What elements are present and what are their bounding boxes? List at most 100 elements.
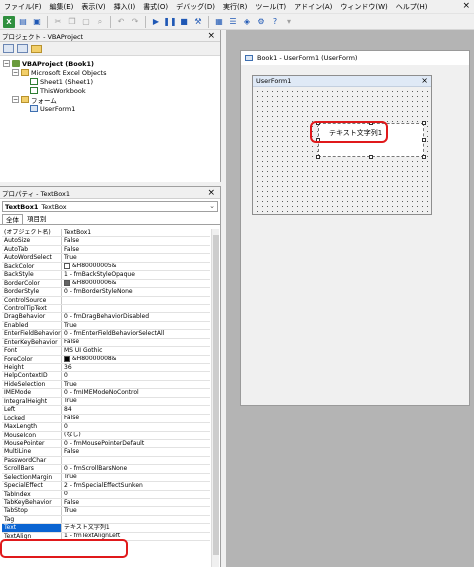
property-row[interactable]: MultiLine False bbox=[2, 448, 210, 457]
properties-close-icon[interactable]: × bbox=[207, 187, 215, 199]
collapse-icon[interactable]: − bbox=[3, 60, 10, 67]
property-row[interactable]: ControlSource bbox=[2, 296, 210, 305]
view-code-icon[interactable] bbox=[3, 44, 14, 53]
property-row[interactable]: AutoTab False bbox=[2, 245, 210, 255]
property-row[interactable]: Locked False bbox=[2, 414, 210, 424]
property-value[interactable]: False bbox=[62, 448, 210, 455]
property-row[interactable]: EnterKeyBehavior False bbox=[2, 338, 210, 348]
excel-view-icon[interactable]: X bbox=[3, 15, 15, 28]
menu-close-icon[interactable]: × bbox=[462, 1, 470, 11]
menu-edit[interactable]: 編集(E) bbox=[46, 2, 78, 12]
insert-userform-icon[interactable]: ▤ bbox=[17, 16, 29, 28]
property-value[interactable]: 0 - fmEnterFieldBehaviorSelectAll bbox=[62, 330, 210, 337]
property-row[interactable]: SpecialEffect 2 - fmSpecialEffectSunken bbox=[2, 482, 210, 491]
property-value[interactable]: &H80000008& bbox=[62, 356, 210, 363]
property-row[interactable]: BorderStyle 0 - fmBorderStyleNone bbox=[2, 288, 210, 297]
collapse-icon[interactable]: − bbox=[12, 96, 19, 103]
property-value[interactable]: 0 - fmBorderStyleNone bbox=[62, 288, 210, 295]
property-value[interactable]: 0 bbox=[62, 372, 210, 379]
property-row[interactable]: Tag bbox=[2, 515, 210, 525]
property-row[interactable]: Font MS UI Gothic bbox=[2, 347, 210, 356]
tree-item-project[interactable]: − VBAProject (Book1) bbox=[3, 59, 220, 68]
copy-icon[interactable]: ❐ bbox=[66, 16, 78, 28]
property-row[interactable]: Height 36 bbox=[2, 364, 210, 373]
object-browser-icon[interactable]: ◈ bbox=[241, 16, 253, 28]
property-value[interactable]: MS UI Gothic bbox=[62, 347, 210, 354]
property-row[interactable]: ControlTipText bbox=[2, 304, 210, 314]
resize-handle[interactable] bbox=[422, 138, 426, 142]
property-value[interactable]: TextBox1 bbox=[62, 229, 210, 236]
collapse-icon[interactable]: − bbox=[12, 69, 19, 76]
property-value[interactable]: 2 - fmSpecialEffectSunken bbox=[62, 482, 210, 489]
paste-icon[interactable]: ▢ bbox=[80, 16, 92, 28]
cut-icon[interactable]: ✂ bbox=[52, 16, 64, 28]
help-icon[interactable]: ? bbox=[269, 16, 281, 28]
design-mode-icon[interactable]: ⚒ bbox=[192, 16, 204, 28]
tab-alphabetic[interactable]: 全体 bbox=[2, 214, 23, 224]
property-value[interactable] bbox=[62, 516, 210, 523]
menu-addins[interactable]: アドイン(A) bbox=[290, 2, 336, 12]
property-row[interactable]: AutoWordSelect True bbox=[2, 254, 210, 263]
break-icon[interactable]: ❚❚ bbox=[163, 16, 176, 28]
resize-handle[interactable] bbox=[316, 155, 320, 159]
property-row[interactable]: MousePointer 0 - fmMousePointerDefault bbox=[2, 439, 210, 449]
tree-item-forms[interactable]: − フォーム bbox=[3, 95, 220, 105]
property-row[interactable]: ScrollBars 0 - fmScrollBarsNone bbox=[2, 465, 210, 474]
tree-item-excel-objects[interactable]: − Microsoft Excel Objects bbox=[3, 68, 220, 77]
tab-categorized[interactable]: 項目別 bbox=[24, 214, 50, 224]
chevron-down-icon[interactable]: ⌄ bbox=[209, 202, 215, 210]
properties-window-icon[interactable]: ☰ bbox=[227, 16, 239, 28]
tree-item-sheet1[interactable]: Sheet1 (Sheet1) bbox=[3, 77, 220, 86]
redo-icon[interactable]: ↷ bbox=[129, 16, 141, 28]
property-value[interactable] bbox=[62, 305, 210, 312]
property-row[interactable]: IMEMode 0 - fmIMEModeNoControl bbox=[2, 389, 210, 398]
reset-icon[interactable]: ■ bbox=[178, 16, 190, 28]
property-value[interactable]: &H80000006& bbox=[62, 280, 210, 287]
property-value[interactable] bbox=[62, 297, 210, 304]
property-row[interactable]: DragBehavior 0 - fmDragBehaviorDisabled bbox=[2, 313, 210, 322]
property-row[interactable]: HelpContextID 0 bbox=[2, 372, 210, 381]
property-row[interactable]: SelectionMargin True bbox=[2, 473, 210, 483]
property-row[interactable]: HideSelection True bbox=[2, 380, 210, 390]
resize-handle[interactable] bbox=[369, 155, 373, 159]
property-value[interactable]: False bbox=[62, 415, 210, 422]
property-row[interactable]: TabIndex 0 bbox=[2, 490, 210, 499]
resize-handle[interactable] bbox=[422, 155, 426, 159]
property-value[interactable]: &H80000005& bbox=[62, 263, 210, 270]
run-icon[interactable]: ▶ bbox=[150, 16, 162, 28]
property-value[interactable]: False bbox=[62, 339, 210, 346]
property-value[interactable]: True bbox=[62, 381, 210, 388]
property-value[interactable]: 36 bbox=[62, 364, 210, 371]
find-icon[interactable]: ⌕ bbox=[94, 16, 106, 28]
property-row[interactable]: MouseIcon (なし) bbox=[2, 431, 210, 440]
property-row[interactable]: MaxLength 0 bbox=[2, 423, 210, 432]
property-value[interactable]: False bbox=[62, 499, 210, 506]
property-value[interactable]: True bbox=[62, 322, 210, 329]
menu-format[interactable]: 書式(O) bbox=[139, 2, 172, 12]
property-row[interactable]: (オブジェクト名) TextBox1 bbox=[2, 229, 210, 238]
view-object-icon[interactable] bbox=[17, 44, 28, 53]
menu-view[interactable]: 表示(V) bbox=[77, 2, 109, 12]
menu-window[interactable]: ウィンドウ(W) bbox=[336, 2, 391, 12]
property-row[interactable]: EnterFieldBehavior 0 - fmEnterFieldBehavi… bbox=[2, 330, 210, 339]
property-row[interactable]: AutoSize False bbox=[2, 237, 210, 246]
property-row[interactable]: ForeColor &H80000008& bbox=[2, 355, 210, 364]
menu-run[interactable]: 実行(R) bbox=[219, 2, 251, 12]
undo-icon[interactable]: ↶ bbox=[115, 16, 127, 28]
toggle-folders-icon[interactable] bbox=[31, 44, 42, 53]
property-value[interactable]: True bbox=[62, 507, 210, 514]
object-selector[interactable]: TextBox1 TextBox ⌄ bbox=[2, 201, 218, 212]
property-value[interactable]: False bbox=[62, 237, 210, 244]
property-row[interactable]: Left 84 bbox=[2, 406, 210, 415]
menu-insert[interactable]: 挿入(I) bbox=[110, 2, 140, 12]
property-value[interactable]: 0 - fmScrollBarsNone bbox=[62, 465, 210, 472]
resize-handle[interactable] bbox=[422, 121, 426, 125]
property-value[interactable]: True bbox=[62, 254, 210, 261]
property-row[interactable]: PasswordChar bbox=[2, 456, 210, 466]
toolbox-icon[interactable]: ⚙ bbox=[255, 16, 267, 28]
property-value[interactable]: (なし) bbox=[62, 432, 210, 439]
property-value[interactable]: 0 - fmMousePointerDefault bbox=[62, 440, 210, 447]
property-scrollbar[interactable] bbox=[211, 229, 219, 567]
menu-tools[interactable]: ツール(T) bbox=[251, 2, 290, 12]
project-close-icon[interactable]: × bbox=[207, 30, 215, 42]
